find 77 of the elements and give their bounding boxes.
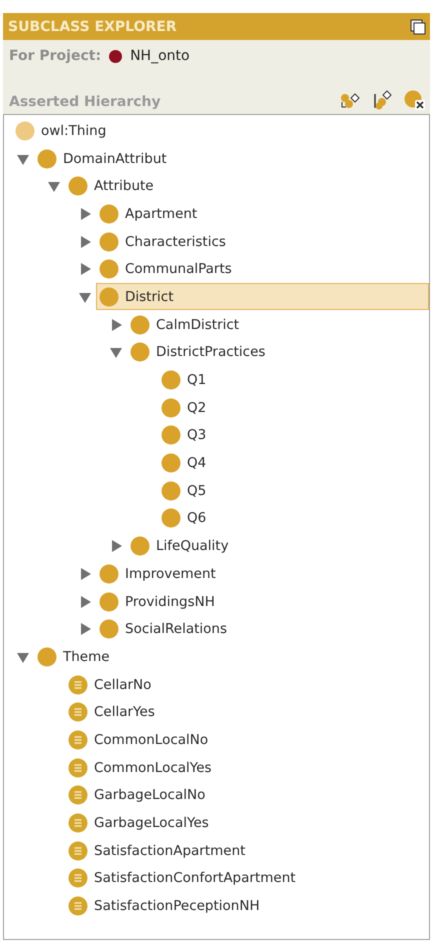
individual-icon: [68, 758, 88, 778]
hierarchy-label: Asserted Hierarchy: [9, 94, 161, 110]
create-sibling-icon[interactable]: [372, 90, 392, 110]
tree-item[interactable]: GarbageLocalNo: [65, 782, 429, 809]
tree-item[interactable]: Apartment: [96, 200, 429, 228]
tree-item[interactable]: owl:Thing: [12, 117, 429, 144]
individual-icon: [68, 785, 88, 806]
tree-item[interactable]: Q5: [158, 477, 429, 504]
create-subclass-icon[interactable]: [340, 92, 360, 110]
individual-icon: [68, 868, 88, 888]
class-icon: [37, 646, 57, 667]
class-icon: [161, 370, 181, 390]
collapse-icon[interactable]: [47, 179, 61, 194]
tree-item[interactable]: CalmDistrict: [127, 311, 429, 338]
individual-icon: [68, 813, 88, 834]
expand-icon[interactable]: [78, 622, 92, 636]
tree-item[interactable]: Characteristics: [96, 228, 429, 256]
tree-item[interactable]: Q4: [158, 450, 429, 477]
class-icon: [130, 314, 150, 335]
expand-icon[interactable]: [109, 318, 123, 332]
tree-item[interactable]: Q3: [158, 422, 429, 449]
class-icon: [99, 286, 119, 307]
class-icon: [99, 204, 119, 224]
class-icon: [161, 425, 181, 446]
tree-item[interactable]: CellarNo: [65, 671, 429, 698]
project-icon: [109, 50, 122, 62]
tree-item[interactable]: CellarYes: [65, 698, 429, 726]
class-icon: [161, 398, 181, 418]
tree-item[interactable]: DistrictPractices: [127, 338, 429, 366]
collapse-icon[interactable]: [109, 345, 123, 360]
tree-item[interactable]: SatisfactionConfortApartment: [65, 864, 429, 892]
class-icon: [130, 536, 150, 556]
individual-icon: [68, 840, 88, 861]
window-restore-icon[interactable]: [410, 18, 426, 34]
class-icon: [161, 508, 181, 528]
tree-item[interactable]: LifeQuality: [127, 532, 429, 560]
tree-item[interactable]: ProvidingsNH: [96, 588, 429, 616]
tree-item[interactable]: DomainAttribut: [34, 145, 429, 172]
delete-class-icon[interactable]: [404, 90, 426, 110]
class-icon: [99, 232, 119, 252]
panel-title: SUBCLASS EXPLORER: [8, 18, 177, 34]
tree-item[interactable]: Q1: [158, 366, 429, 394]
class-icon: [99, 564, 119, 584]
tree-item[interactable]: SatisfactionPeceptionNH: [65, 892, 429, 920]
tree-item[interactable]: CommonLocalYes: [65, 754, 429, 782]
individual-icon: [68, 674, 88, 695]
class-icon: [15, 120, 35, 141]
tree-item[interactable]: Theme: [34, 643, 429, 670]
expand-icon[interactable]: [78, 594, 92, 609]
project-name: NH_onto: [130, 48, 190, 64]
class-icon: [99, 592, 119, 612]
expand-icon[interactable]: [78, 566, 92, 581]
class-icon: [99, 259, 119, 280]
class-icon: [161, 453, 181, 474]
class-icon: [99, 619, 119, 640]
tree-item[interactable]: Improvement: [96, 560, 429, 588]
class-icon: [68, 176, 88, 196]
expand-icon[interactable]: [109, 539, 123, 554]
expand-icon[interactable]: [78, 234, 92, 249]
tree-item[interactable]: CommonLocalNo: [65, 726, 429, 754]
tree-item[interactable]: CommunalParts: [96, 256, 429, 283]
tree-item[interactable]: Attribute: [65, 172, 429, 200]
tree-item[interactable]: Q2: [158, 394, 429, 422]
class-icon: [37, 148, 57, 169]
individual-icon: [68, 896, 88, 916]
expand-icon[interactable]: [78, 262, 92, 276]
project-label: For Project:: [9, 48, 102, 64]
tree-item[interactable]: SatisfactionApartment: [65, 837, 429, 864]
expand-icon[interactable]: [78, 206, 92, 221]
tree-item[interactable]: SocialRelations: [96, 616, 429, 643]
tree-item[interactable]: GarbageLocalYes: [65, 810, 429, 837]
class-icon: [130, 342, 150, 362]
tree-item[interactable]: Q6: [158, 504, 429, 532]
tree-item[interactable]: District: [96, 283, 429, 310]
individual-icon: [68, 702, 88, 722]
individual-icon: [68, 730, 88, 750]
class-icon: [161, 480, 181, 501]
